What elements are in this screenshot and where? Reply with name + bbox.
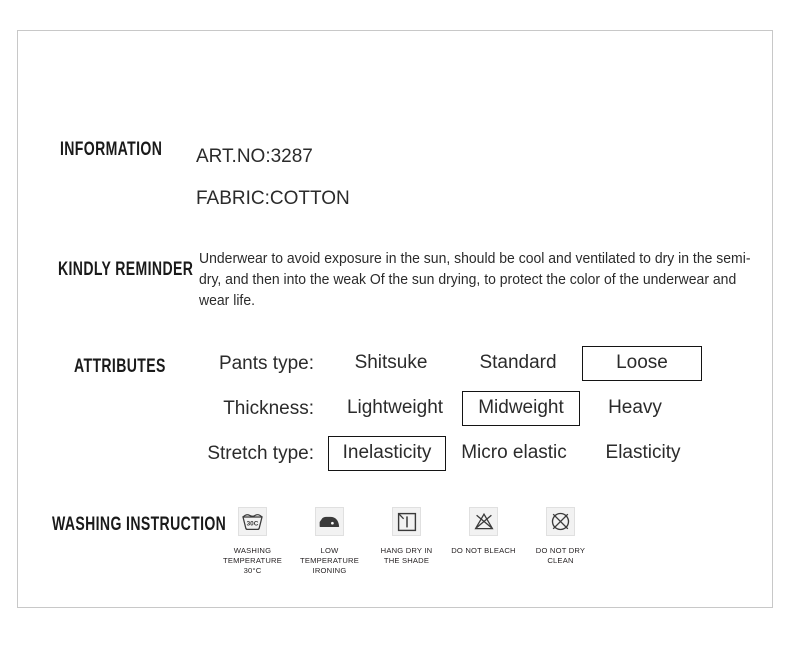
care-item-ironing: LOW TEMPERATURE IRONING xyxy=(291,507,368,576)
iron-low-temperature-icon xyxy=(319,516,340,527)
attribute-option-micro-elastic[interactable]: Micro elastic xyxy=(446,436,582,471)
attribute-option-heavy[interactable]: Heavy xyxy=(580,391,690,426)
attribute-option-midweight[interactable]: Midweight xyxy=(462,391,580,426)
wash-tub-30c-icon: 30C xyxy=(242,514,263,531)
care-symbol-box: 30C xyxy=(238,507,267,536)
attribute-option-loose[interactable]: Loose xyxy=(582,346,702,381)
attribute-row-thickness: Thickness: Lightweight Midweight Heavy xyxy=(178,386,778,431)
attribute-label-pants-type: Pants type: xyxy=(218,352,314,374)
care-symbols-list: 30C WASHING TEMPERATURE 30°C LOW TEMPERA… xyxy=(214,507,599,576)
attribute-label-thickness: Thickness: xyxy=(223,397,314,419)
care-symbol-box xyxy=(315,507,344,536)
do-not-bleach-icon xyxy=(473,512,494,530)
care-item-washing: 30C WASHING TEMPERATURE 30°C xyxy=(214,507,291,576)
care-caption: HANG DRY IN THE SHADE xyxy=(380,546,433,565)
section-heading-attributes: ATTRIBUTES xyxy=(74,356,166,377)
care-item-no-dry-clean: DO NOT DRY CLEAN xyxy=(522,507,599,576)
attribute-option-inelasticity[interactable]: Inelasticity xyxy=(328,436,446,471)
attribute-row-pants-type: Pants type: Shitsuke Standard Loose xyxy=(178,341,778,386)
attribute-option-standard[interactable]: Standard xyxy=(454,346,582,381)
care-item-hang-dry: HANG DRY IN THE SHADE xyxy=(368,507,445,576)
care-caption: WASHING TEMPERATURE 30°C xyxy=(222,546,282,575)
information-values: ART.NO:3287 FABRIC:COTTON xyxy=(196,136,350,220)
section-heading-washing-instruction: WASHING INSTRUCTION xyxy=(52,514,227,535)
attributes-rows: Pants type: Shitsuke Standard Loose Thic… xyxy=(178,341,778,476)
attribute-label-stretch-type: Stretch type: xyxy=(207,442,314,464)
care-symbol-box xyxy=(469,507,498,536)
care-item-no-bleach: DO NOT BLEACH xyxy=(445,507,522,576)
section-heading-information: INFORMATION xyxy=(60,139,163,160)
care-caption: LOW TEMPERATURE IRONING xyxy=(299,546,359,575)
attribute-option-elasticity[interactable]: Elasticity xyxy=(582,436,704,471)
art-no-value: ART.NO:3287 xyxy=(196,146,313,167)
do-not-dry-clean-icon xyxy=(551,512,570,531)
care-symbol-box xyxy=(392,507,421,536)
care-symbol-box xyxy=(546,507,575,536)
attribute-row-stretch-type: Stretch type: Inelasticity Micro elastic… xyxy=(178,431,778,476)
section-heading-kindly-reminder: KINDLY REMINDER xyxy=(58,259,194,280)
care-caption: DO NOT BLEACH xyxy=(451,546,516,555)
care-caption: DO NOT DRY CLEAN xyxy=(535,546,586,565)
kindly-reminder-text: Underwear to avoid exposure in the sun, … xyxy=(199,251,751,309)
hang-dry-in-shade-icon xyxy=(397,512,416,531)
attribute-option-shitsuke[interactable]: Shitsuke xyxy=(328,346,454,381)
svg-text:30C: 30C xyxy=(247,520,259,527)
product-label-card: INFORMATION ART.NO:3287 FABRIC:COTTON KI… xyxy=(17,30,773,608)
fabric-value: FABRIC:COTTON xyxy=(196,188,350,209)
attribute-option-lightweight[interactable]: Lightweight xyxy=(328,391,462,426)
